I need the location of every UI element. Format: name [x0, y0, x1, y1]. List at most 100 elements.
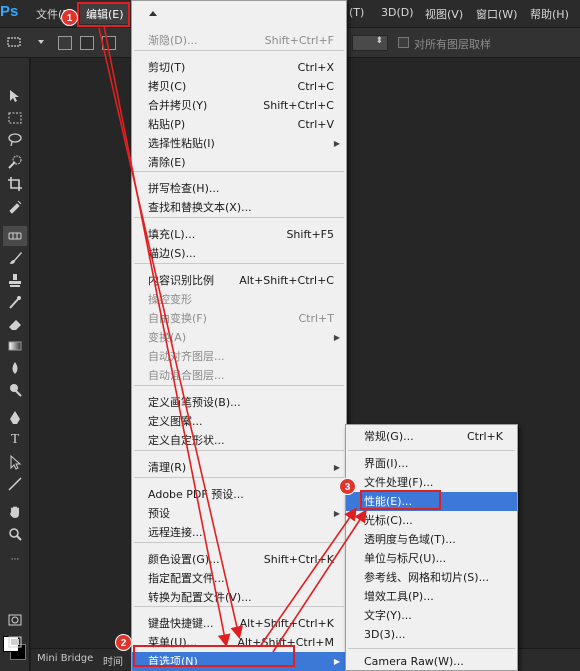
hand-tool-icon[interactable]: [3, 502, 27, 522]
marquee-tool-icon[interactable]: [3, 108, 27, 128]
edit-menu-item[interactable]: 选择性粘贴(I) ▶: [132, 134, 346, 153]
lasso-tool-icon[interactable]: [3, 130, 27, 150]
edit-menu-item-label: 清理(R): [148, 461, 187, 474]
preferences-menu-item[interactable]: 常规(G)... Ctrl+K: [346, 427, 517, 446]
preferences-menu-item[interactable]: Camera Raw(W)...: [346, 652, 517, 671]
preferences-menu-item[interactable]: 透明度与色域(T)...: [346, 530, 517, 549]
edit-menu-item-label: 远程连接...: [148, 526, 203, 539]
edit-menu-item: 操控变形: [132, 290, 346, 309]
edit-menu-item[interactable]: 合并拷贝(Y) Shift+Ctrl+C: [132, 96, 346, 115]
edit-menu-item[interactable]: Adobe PDF 预设...: [132, 485, 346, 504]
edit-menu-item[interactable]: 剪切(T) Ctrl+X: [132, 58, 346, 77]
edit-menu-item[interactable]: 描边(S)...: [132, 244, 346, 263]
edit-menu-item[interactable]: 远程连接...: [132, 523, 346, 542]
tab-mini-bridge[interactable]: Mini Bridge: [37, 653, 93, 664]
subtract-selection-icon[interactable]: [102, 36, 116, 50]
submenu-arrow-icon: ▶: [333, 509, 340, 518]
preferences-menu-item[interactable]: 单位与标尺(U)...: [346, 549, 517, 568]
sample-all-layers-label: 对所有图层取样: [414, 38, 491, 51]
edit-menu-item[interactable]: 预设 ▶: [132, 504, 346, 523]
crop-tool-icon[interactable]: [3, 174, 27, 194]
blur-tool-icon[interactable]: [3, 358, 27, 378]
edit-menu-item[interactable]: 拷贝(C) Ctrl+C: [132, 77, 346, 96]
edit-menu-item-label: 查找和替换文本(X)...: [148, 201, 252, 214]
edit-menu-item[interactable]: 清除(E): [132, 153, 346, 172]
healing-brush-tool-icon[interactable]: [3, 226, 27, 246]
sample-all-layers-checkbox[interactable]: [398, 37, 409, 48]
quick-select-tool-icon[interactable]: [3, 152, 27, 172]
edit-menu-item[interactable]: 拼写检查(H)...: [132, 179, 346, 198]
edit-menu-item[interactable]: 清理(R) ▶: [132, 458, 346, 477]
menu-3d[interactable]: 3D(D): [381, 6, 414, 19]
tool-preset-icon[interactable]: [6, 34, 22, 50]
edit-menu-item[interactable]: 颜色设置(G)... Shift+Ctrl+K: [132, 550, 346, 569]
eyedropper-tool-icon[interactable]: [3, 196, 27, 216]
history-brush-tool-icon[interactable]: [3, 292, 27, 312]
screen-mode-icon[interactable]: [3, 632, 27, 652]
submenu-arrow-icon: ▶: [333, 333, 340, 342]
preferences-menu-item[interactable]: 光标(C)...: [346, 511, 517, 530]
edit-menu-item: 自动对齐图层...: [132, 347, 346, 366]
eraser-tool-icon[interactable]: [3, 314, 27, 334]
pen-tool-icon[interactable]: [3, 408, 27, 428]
dodge-tool-icon[interactable]: [3, 380, 27, 400]
edit-menu-item[interactable]: 定义自定形状...: [132, 431, 346, 450]
edit-menu-item-label: 定义图案...: [148, 415, 203, 428]
preferences-menu-item[interactable]: 3D(3)...: [346, 625, 517, 644]
edit-menu-item[interactable]: 转换为配置文件(V)...: [132, 588, 346, 607]
option-select[interactable]: ⬍: [352, 35, 388, 51]
line-tool-icon[interactable]: [3, 474, 27, 494]
preferences-menu-item-label: 3D(3)...: [364, 628, 406, 641]
menu-help[interactable]: 帮助(H): [530, 6, 569, 22]
tab-timeline[interactable]: 时间: [103, 653, 123, 668]
edit-menu-item-label: 拷贝(C): [148, 80, 187, 93]
edit-menu-item[interactable]: 填充(L)... Shift+F5: [132, 225, 346, 244]
menu-separator: [134, 450, 344, 451]
type-tool-icon[interactable]: T: [3, 430, 27, 450]
edit-menu-item[interactable]: 粘贴(P) Ctrl+V: [132, 115, 346, 134]
edit-menu-item-label: 自动混合图层...: [148, 369, 225, 382]
submenu-arrow-icon: ▶: [333, 657, 340, 666]
add-selection-icon[interactable]: [80, 36, 94, 50]
edit-menu-item-label: 键盘快捷键...: [148, 617, 214, 630]
preferences-menu-item-shortcut: Ctrl+K: [466, 430, 503, 443]
menu-window[interactable]: 窗口(W): [476, 6, 517, 22]
edit-menu-item-shortcut: Ctrl+C: [297, 80, 334, 93]
edit-menu-item-label: 渐隐(D)...: [148, 34, 198, 47]
brush-tool-icon[interactable]: [3, 248, 27, 268]
edit-menu-item-label: 内容识别比例: [148, 274, 214, 287]
edit-menu-item-label: 清除(E): [148, 156, 186, 169]
scroll-up-arrow-icon: [149, 11, 157, 16]
gradient-tool-icon[interactable]: [3, 336, 27, 356]
edit-menu-item-label: 选择性粘贴(I): [148, 137, 215, 150]
edit-menu-item[interactable]: 定义画笔预设(B)...: [132, 393, 346, 412]
app-logo: Ps: [0, 3, 19, 20]
menu-image[interactable]: (T): [349, 6, 364, 19]
clone-stamp-tool-icon[interactable]: [3, 270, 27, 290]
path-selection-tool-icon[interactable]: [3, 452, 27, 472]
menu-view[interactable]: 视图(V): [425, 6, 463, 22]
preferences-menu-item-label: 文件处理(F)...: [364, 476, 434, 489]
edit-menu-item[interactable]: 内容识别比例 Alt+Shift+Ctrl+C: [132, 271, 346, 290]
preferences-menu-item[interactable]: 界面(I)...: [346, 454, 517, 473]
preferences-menu-item[interactable]: 文字(Y)...: [346, 606, 517, 625]
edit-menu-item[interactable]: 定义图案...: [132, 412, 346, 431]
new-selection-icon[interactable]: [58, 36, 72, 50]
edit-menu-item-shortcut: Ctrl+X: [297, 61, 334, 74]
edit-menu-item[interactable]: 键盘快捷键... Alt+Shift+Ctrl+K: [132, 614, 346, 633]
preferences-menu-item-label: 透明度与色域(T)...: [364, 533, 456, 546]
edit-menu-item[interactable]: 指定配置文件...: [132, 569, 346, 588]
edit-menu-item-label: 转换为配置文件(V)...: [148, 591, 252, 604]
edit-menu-scroll-up[interactable]: [132, 1, 346, 27]
quick-mask-icon[interactable]: [3, 610, 27, 630]
preferences-menu-item[interactable]: 增效工具(P)...: [346, 587, 517, 606]
edit-menu-item-shortcut: Shift+Ctrl+C: [263, 99, 334, 112]
annotation-highlight-preferences: [133, 645, 295, 667]
move-tool-icon[interactable]: [3, 86, 27, 106]
edit-menu-item[interactable]: 查找和替换文本(X)...: [132, 198, 346, 217]
preferences-menu-item[interactable]: 参考线、网格和切片(S)...: [346, 568, 517, 587]
chevron-down-icon[interactable]: [38, 40, 44, 44]
menu-separator: [348, 648, 515, 649]
zoom-tool-icon[interactable]: [3, 524, 27, 544]
edit-toolbar-icon[interactable]: ···: [3, 550, 27, 570]
